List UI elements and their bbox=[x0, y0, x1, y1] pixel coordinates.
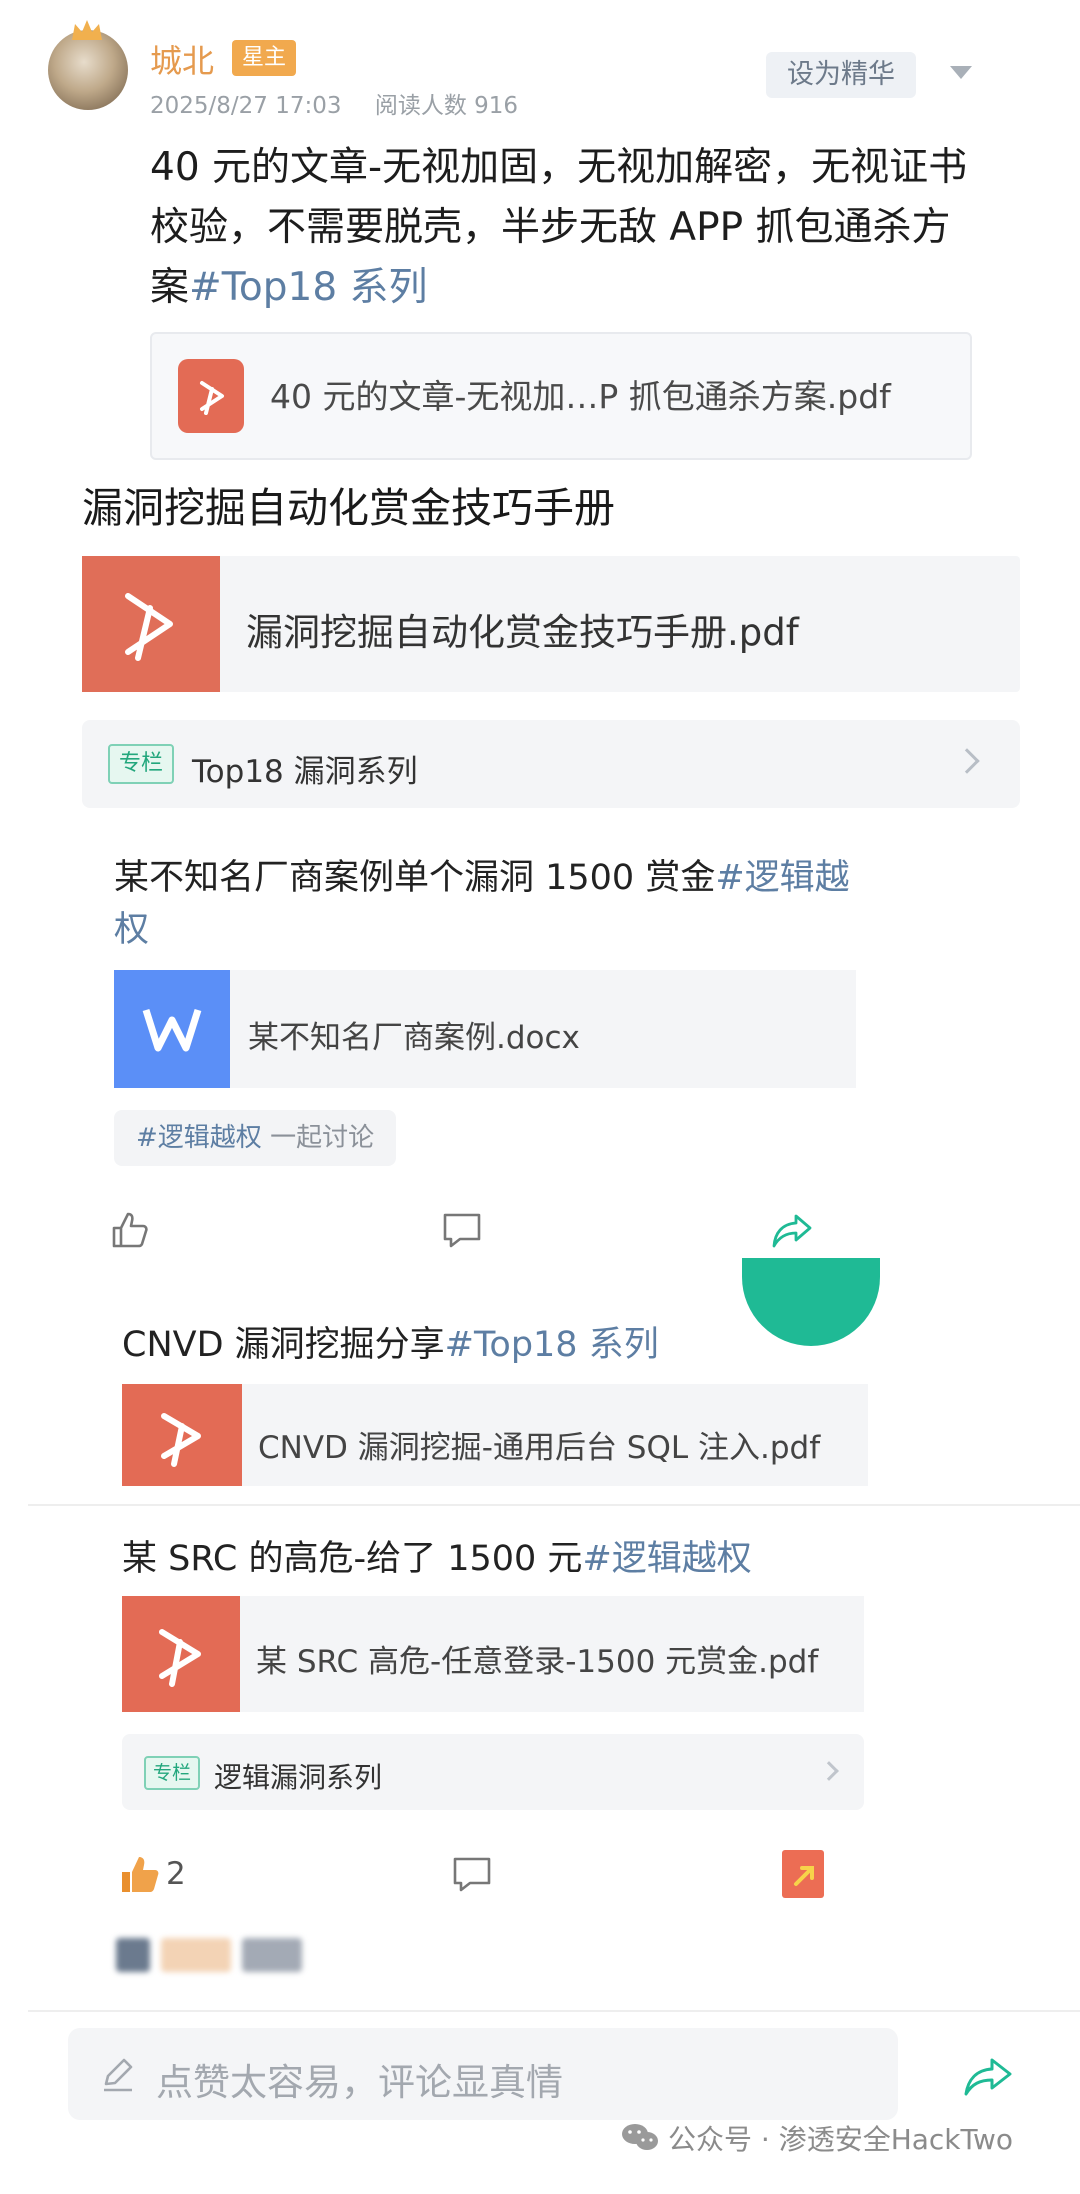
comment-placeholder[interactable]: 点赞太容易，评论显真情 bbox=[156, 2052, 563, 2106]
read-count: 阅读人数 916 bbox=[374, 93, 519, 119]
column-badge: 专栏 bbox=[144, 1756, 200, 1790]
attachment-name[interactable]: CNVD 漏洞挖掘-通用后台 SQL 注入.pdf bbox=[258, 1422, 820, 1467]
liked-user-avatar bbox=[161, 1938, 232, 1972]
like-icon[interactable] bbox=[108, 1208, 152, 1252]
post-body: 某不知名厂商案例单个漏洞 1500 赏金 bbox=[114, 858, 716, 898]
post-tag[interactable]: #Top18 系列 bbox=[445, 1325, 659, 1365]
chevron-down-icon[interactable] bbox=[950, 66, 972, 79]
attachment-name[interactable]: 40 元的文章-无视加…P 抓包通杀方案.pdf bbox=[270, 370, 891, 418]
divider bbox=[28, 1504, 1080, 1506]
owner-badge: 星主 bbox=[232, 40, 297, 76]
post-text: 某不知名厂商案例单个漏洞 1500 赏金#逻辑越权 bbox=[114, 852, 874, 956]
column-badge: 专栏 bbox=[108, 744, 174, 784]
floating-action-button[interactable] bbox=[742, 1258, 880, 1346]
wechat-icon bbox=[622, 2124, 658, 2150]
post-body: CNVD 漏洞挖掘分享 bbox=[122, 1325, 445, 1365]
discuss-label: 一起讨论 bbox=[270, 1123, 375, 1153]
crown-icon bbox=[72, 20, 102, 40]
liked-users[interactable] bbox=[116, 1938, 308, 1976]
watermark-text: 公众号 · 渗透安全HackTwo bbox=[668, 2123, 1014, 2156]
attachment-name[interactable]: 某不知名厂商案例.docx bbox=[248, 1012, 580, 1057]
share-icon[interactable] bbox=[960, 2054, 1016, 2098]
avatar[interactable] bbox=[48, 30, 128, 110]
like-count: 2 bbox=[166, 1856, 186, 1892]
column-name[interactable]: 逻辑漏洞系列 bbox=[214, 1756, 382, 1796]
comment-icon[interactable] bbox=[440, 1208, 484, 1252]
post-date: 2025/8/27 17:03 bbox=[150, 93, 342, 119]
comment-icon[interactable] bbox=[450, 1852, 494, 1896]
pen-icon bbox=[104, 2058, 133, 2092]
post-text: 某 SRC 的高危-给了 1500 元#逻辑越权 bbox=[122, 1530, 752, 1581]
like-filled-icon[interactable] bbox=[118, 1852, 162, 1896]
attachment-name[interactable]: 漏洞挖掘自动化赏金技巧手册.pdf bbox=[246, 602, 799, 656]
post-text: 40 元的文章-无视加固，无视加解密，无视证书校验，不需要脱壳，半步无敌 APP… bbox=[150, 138, 980, 318]
topic-discuss-chip[interactable]: #逻辑越权 一起讨论 bbox=[114, 1110, 397, 1166]
share-icon[interactable] bbox=[770, 1208, 814, 1252]
post-text: CNVD 漏洞挖掘分享#Top18 系列 bbox=[122, 1316, 659, 1367]
pdf-icon bbox=[82, 556, 220, 692]
section-title: 漏洞挖掘自动化赏金技巧手册 bbox=[82, 484, 615, 532]
post-body: 某 SRC 的高危-给了 1500 元 bbox=[122, 1539, 583, 1579]
pdf-icon bbox=[122, 1384, 242, 1486]
liked-user-avatar bbox=[242, 1938, 303, 1972]
post-tag[interactable]: #逻辑越权 bbox=[582, 1539, 751, 1579]
pdf-icon bbox=[178, 359, 244, 433]
column-name[interactable]: Top18 漏洞系列 bbox=[192, 746, 418, 791]
word-doc-icon bbox=[114, 970, 230, 1088]
author-name[interactable]: 城北 bbox=[150, 36, 214, 82]
post-tag[interactable]: #Top18 系列 bbox=[189, 265, 428, 310]
pdf-icon bbox=[122, 1596, 240, 1712]
divider bbox=[28, 2010, 1080, 2012]
set-featured-button[interactable]: 设为精华 bbox=[766, 52, 916, 98]
attachment-name[interactable]: 某 SRC 高危-任意登录-1500 元赏金.pdf bbox=[256, 1636, 818, 1681]
topic-tag: #逻辑越权 bbox=[136, 1123, 262, 1153]
post-meta: 2025/8/27 17:03 阅读人数 916 bbox=[150, 86, 544, 120]
share-icon[interactable] bbox=[782, 1850, 824, 1898]
liked-user-avatar bbox=[116, 1938, 150, 1972]
